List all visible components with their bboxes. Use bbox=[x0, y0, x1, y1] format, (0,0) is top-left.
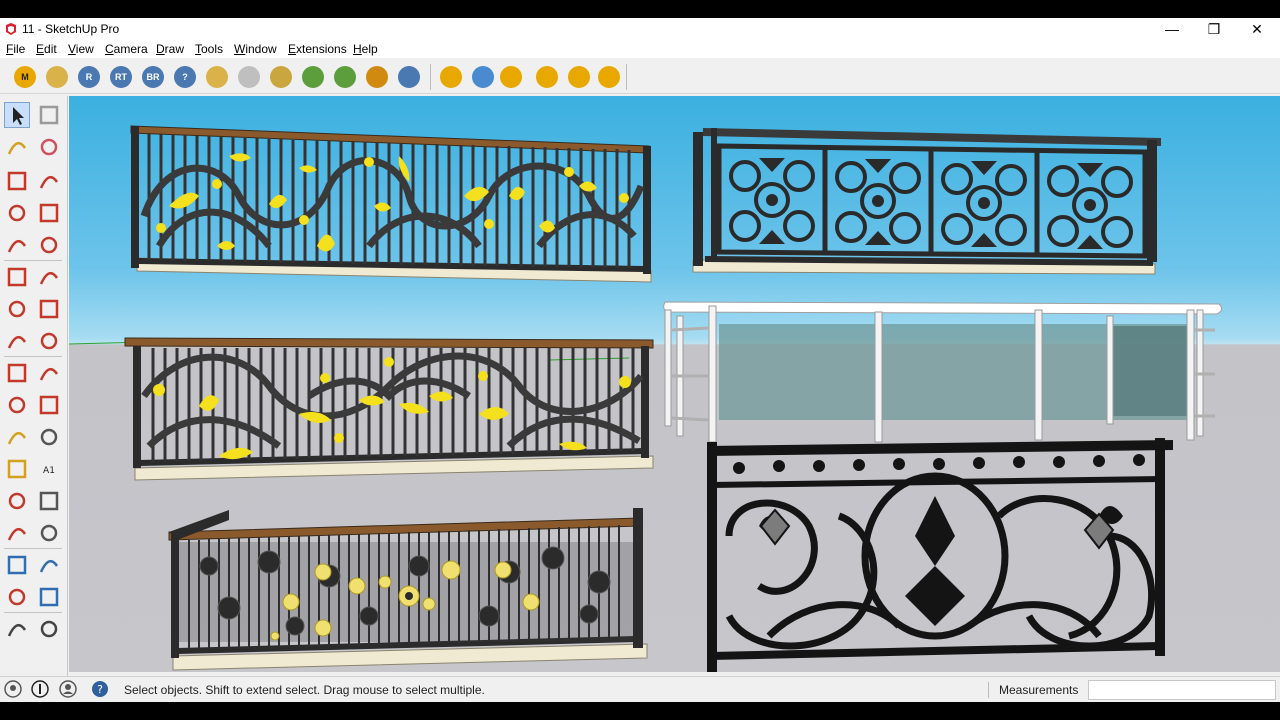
model-viewport[interactable] bbox=[69, 96, 1280, 672]
menu-tools[interactable]: Tools bbox=[195, 42, 223, 56]
menu-help[interactable]: Help bbox=[353, 42, 378, 56]
dome-light-icon[interactable] bbox=[536, 66, 558, 88]
tool-separator bbox=[4, 356, 62, 357]
protractor-icon[interactable] bbox=[4, 456, 30, 482]
pan-icon[interactable] bbox=[36, 520, 62, 546]
look-around-icon[interactable] bbox=[36, 616, 62, 642]
target-icon[interactable] bbox=[366, 66, 388, 88]
menu-bar: File Edit View Camera Draw Tools Window … bbox=[0, 40, 1280, 58]
m-plugin-icon[interactable]: M bbox=[14, 66, 36, 88]
toolbar-separator bbox=[430, 64, 431, 90]
zoom-icon[interactable] bbox=[4, 552, 30, 578]
toolbar-separator bbox=[626, 64, 627, 90]
help-plugin-icon[interactable]: ? bbox=[174, 66, 196, 88]
tag-icon[interactable] bbox=[46, 66, 68, 88]
offset-icon[interactable] bbox=[36, 392, 62, 418]
status-bar: ? Select objects. Shift to extend select… bbox=[0, 676, 1280, 702]
circle-icon[interactable] bbox=[4, 232, 30, 258]
restore-button[interactable]: ❐ bbox=[1192, 18, 1236, 40]
walk-icon[interactable] bbox=[4, 616, 30, 642]
window-title: 11 - SketchUp Pro bbox=[22, 22, 120, 36]
sketchup-logo-icon bbox=[6, 23, 16, 35]
rectangle-icon[interactable] bbox=[4, 200, 30, 226]
menu-window[interactable]: Window bbox=[234, 42, 277, 56]
line-pencil-icon[interactable] bbox=[4, 168, 30, 194]
menu-camera[interactable]: Camera bbox=[105, 42, 148, 56]
light-edit-icon[interactable] bbox=[598, 66, 620, 88]
rotate-icon[interactable] bbox=[4, 360, 30, 386]
tree-icon[interactable] bbox=[302, 66, 324, 88]
zoom-window-icon[interactable] bbox=[36, 552, 62, 578]
two-point-arc-icon[interactable] bbox=[36, 264, 62, 290]
eraser-icon[interactable] bbox=[36, 134, 62, 160]
railing-model-5[interactable] bbox=[663, 301, 1223, 443]
pause-icon[interactable] bbox=[398, 66, 420, 88]
orbit-icon[interactable] bbox=[4, 520, 30, 546]
move-icon[interactable] bbox=[4, 328, 30, 354]
sketchup-window: 11 - SketchUp Pro — ❐ ✕ File Edit View C… bbox=[0, 18, 1280, 702]
sphere-light-icon[interactable] bbox=[568, 66, 590, 88]
railing-model-2[interactable] bbox=[124, 337, 654, 481]
tree-add-icon[interactable] bbox=[334, 66, 356, 88]
close-button[interactable]: ✕ bbox=[1235, 18, 1279, 40]
sun-dot-icon[interactable] bbox=[440, 66, 462, 88]
follow-me-icon[interactable] bbox=[36, 360, 62, 386]
railing-model-4[interactable] bbox=[692, 128, 1161, 275]
tool-separator bbox=[4, 548, 62, 549]
menu-extensions[interactable]: Extensions bbox=[288, 42, 347, 56]
railing-model-6[interactable] bbox=[707, 438, 1173, 672]
arc-icon[interactable] bbox=[4, 264, 30, 290]
lamp-icon[interactable] bbox=[472, 66, 494, 88]
freehand-icon[interactable] bbox=[36, 168, 62, 194]
tool-separator bbox=[4, 612, 62, 613]
scale-icon[interactable] bbox=[4, 392, 30, 418]
tool-palette: A1 bbox=[0, 96, 68, 676]
r-plugin-icon[interactable]: R bbox=[78, 66, 100, 88]
status-divider bbox=[988, 682, 989, 698]
br-plugin-icon[interactable]: BR bbox=[142, 66, 164, 88]
zoom-extents-icon[interactable] bbox=[4, 584, 30, 610]
title-bar: 11 - SketchUp Pro — ❐ ✕ bbox=[0, 18, 1280, 40]
push-pull-icon[interactable] bbox=[36, 328, 62, 354]
3d-text-icon[interactable] bbox=[36, 488, 62, 514]
svg-text:A1: A1 bbox=[43, 466, 55, 476]
axes-icon[interactable] bbox=[4, 488, 30, 514]
text-icon[interactable]: A1 bbox=[36, 456, 62, 482]
pie-icon[interactable] bbox=[36, 296, 62, 322]
tape-measure-icon[interactable] bbox=[4, 424, 30, 450]
spot-light-icon[interactable] bbox=[500, 66, 522, 88]
make-component-icon[interactable] bbox=[36, 102, 62, 128]
minimize-button[interactable]: — bbox=[1150, 18, 1194, 40]
menu-draw[interactable]: Draw bbox=[156, 42, 184, 56]
tag-edit-icon[interactable] bbox=[206, 66, 228, 88]
measurements-input[interactable] bbox=[1088, 680, 1276, 700]
previous-view-icon[interactable] bbox=[36, 584, 62, 610]
extensions-toolbar: M R RT BR? bbox=[0, 58, 1280, 94]
svg-text:?: ? bbox=[97, 683, 103, 696]
menu-edit[interactable]: Edit bbox=[36, 42, 57, 56]
user-account-icon[interactable] bbox=[59, 680, 77, 698]
status-hint-text: Select objects. Shift to extend select. … bbox=[124, 683, 485, 697]
rotated-rectangle-icon[interactable] bbox=[36, 200, 62, 226]
menu-file[interactable]: File bbox=[6, 42, 25, 56]
menu-view[interactable]: View bbox=[68, 42, 94, 56]
instructor-help-icon[interactable]: ? bbox=[91, 680, 109, 698]
railing-model-3[interactable] bbox=[168, 508, 648, 671]
layers-icon[interactable] bbox=[270, 66, 292, 88]
rt-plugin-icon[interactable]: RT bbox=[110, 66, 132, 88]
geo-location-icon[interactable] bbox=[4, 680, 22, 698]
tool-separator bbox=[4, 260, 62, 261]
railing-model-1[interactable] bbox=[130, 125, 652, 283]
polygon-icon[interactable] bbox=[36, 232, 62, 258]
dimension-icon[interactable] bbox=[36, 424, 62, 450]
select-arrow-icon[interactable] bbox=[4, 102, 30, 128]
measurements-label: Measurements bbox=[999, 683, 1079, 697]
sphere-icon[interactable] bbox=[238, 66, 260, 88]
model-scene[interactable] bbox=[69, 96, 1280, 672]
credits-icon[interactable] bbox=[31, 680, 49, 698]
paint-bucket-icon[interactable] bbox=[4, 134, 30, 160]
three-point-arc-icon[interactable] bbox=[4, 296, 30, 322]
